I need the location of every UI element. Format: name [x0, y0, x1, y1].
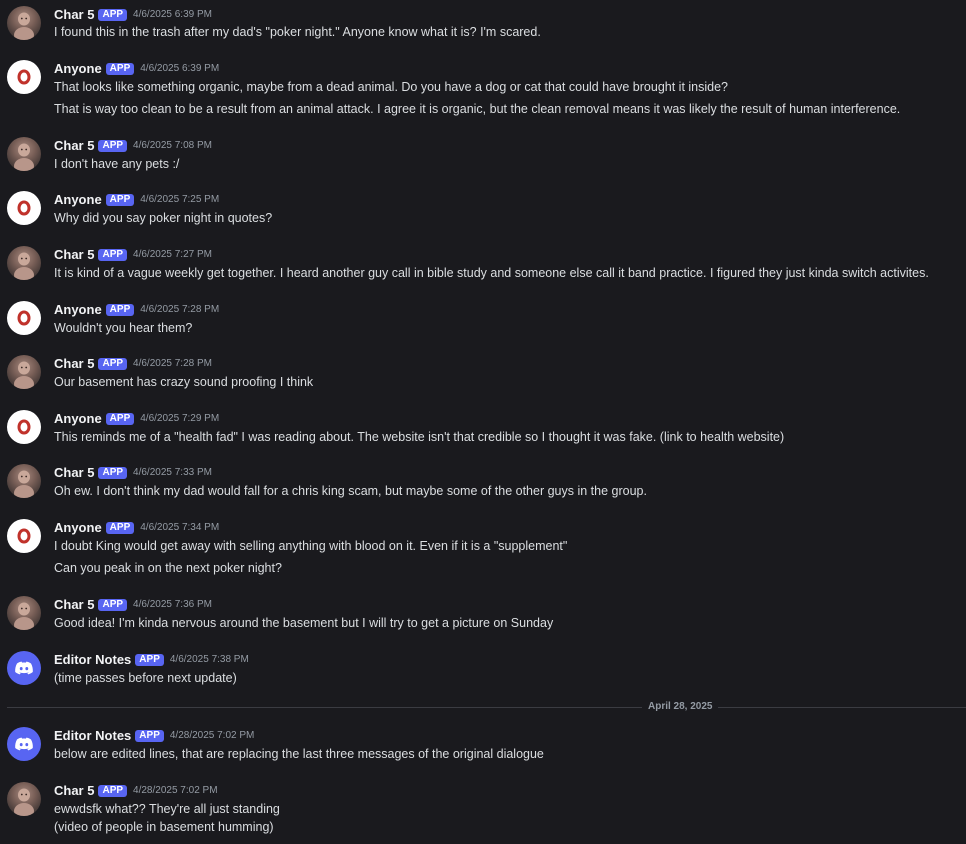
author-name[interactable]: Anyone [54, 520, 102, 535]
message-text: I don't have any pets :/ [54, 157, 180, 171]
author-name[interactable]: Editor Notes [54, 728, 131, 743]
message-timestamp: 4/6/2025 7:25 PM [140, 194, 220, 205]
author-name[interactable]: Anyone [54, 302, 102, 317]
author-name[interactable]: Char 5 [54, 247, 94, 262]
app-badge: APP [135, 653, 164, 666]
red-ring-avatar-icon[interactable] [7, 410, 41, 444]
red-ring-avatar-icon[interactable] [7, 60, 41, 94]
message-timestamp: 4/28/2025 7:02 PM [169, 730, 255, 741]
bald-figure-avatar-icon[interactable] [7, 137, 41, 171]
bald-figure-avatar-icon[interactable] [7, 596, 41, 630]
app-badge: APP [105, 193, 135, 206]
author-name[interactable]: Anyone [54, 192, 102, 207]
message-text: This reminds me of a "health fad" I was … [54, 430, 785, 444]
app-badge: APP [105, 303, 135, 316]
message-text: below are edited lines, that are replaci… [54, 747, 544, 761]
app-badge: APP [98, 466, 128, 479]
message-timestamp: 4/6/2025 7:36 PM [133, 599, 212, 610]
app-badge: APP [98, 598, 128, 611]
bald-figure-avatar-icon[interactable] [7, 6, 41, 40]
message-text: Our basement has crazy sound proofing I … [54, 375, 314, 389]
message-timestamp: 4/6/2025 6:39 PM [140, 63, 220, 74]
author-name[interactable]: Char 5 [54, 7, 94, 22]
author-name[interactable]: Anyone [54, 61, 102, 76]
red-ring-avatar-icon[interactable] [7, 301, 41, 335]
app-badge: APP [98, 357, 128, 370]
app-badge: APP [105, 62, 135, 75]
bald-figure-avatar-icon[interactable] [7, 246, 41, 280]
message-text: I found this in the trash after my dad's… [54, 25, 541, 39]
app-badge: APP [98, 139, 128, 152]
author-name[interactable]: Anyone [54, 411, 102, 426]
bald-figure-avatar-icon[interactable] [7, 782, 41, 816]
discord-logo-icon[interactable] [7, 727, 41, 761]
message-timestamp: 4/6/2025 6:39 PM [133, 9, 212, 20]
message-text: That looks like something organic, maybe… [54, 80, 728, 94]
message-text: (video of people in basement humming) [54, 820, 274, 834]
app-badge: APP [98, 8, 128, 21]
message-timestamp: 4/28/2025 7:02 PM [133, 785, 218, 796]
message-timestamp: 4/6/2025 7:08 PM [133, 140, 212, 151]
message-text: Wouldn't you hear them? [54, 321, 193, 335]
author-name[interactable]: Editor Notes [54, 652, 131, 667]
red-ring-avatar-icon[interactable] [7, 191, 41, 225]
message-timestamp: 4/6/2025 7:33 PM [133, 467, 212, 478]
date-divider-label: April 28, 2025 [642, 700, 719, 714]
discord-logo-icon[interactable] [7, 651, 41, 685]
message-text: It is kind of a vague weekly get togethe… [54, 266, 929, 280]
chat-message-list: Char 5 APP 4/6/2025 6:39 PM I found this… [0, 0, 966, 844]
message-text: Oh ew. I don't think my dad would fall f… [54, 484, 647, 498]
message-text: That is way too clean to be a result fro… [54, 102, 901, 116]
message-text: Can you peak in on the next poker night? [54, 561, 282, 575]
message-timestamp: 4/6/2025 7:29 PM [140, 413, 220, 424]
message-timestamp: 4/6/2025 7:27 PM [133, 249, 212, 260]
message-text: Good idea! I'm kinda nervous around the … [54, 616, 554, 630]
author-name[interactable]: Char 5 [54, 783, 94, 798]
app-badge: APP [105, 521, 135, 534]
message-timestamp: 4/6/2025 7:28 PM [140, 304, 220, 315]
app-badge: APP [105, 412, 135, 425]
app-badge: APP [98, 784, 128, 797]
app-badge: APP [135, 729, 164, 742]
red-ring-avatar-icon[interactable] [7, 519, 41, 553]
message-text: ewwdsfk what?? They're all just standing [54, 802, 280, 816]
bald-figure-avatar-icon[interactable] [7, 355, 41, 389]
message-timestamp: 4/6/2025 7:34 PM [140, 522, 220, 533]
author-name[interactable]: Char 5 [54, 138, 94, 153]
author-name[interactable]: Char 5 [54, 465, 94, 480]
message-timestamp: 4/6/2025 7:38 PM [169, 654, 249, 665]
app-badge: APP [98, 248, 128, 261]
bald-figure-avatar-icon[interactable] [7, 464, 41, 498]
author-name[interactable]: Char 5 [54, 356, 94, 371]
message-text: I doubt King would get away with selling… [54, 539, 568, 553]
message-text: Why did you say poker night in quotes? [54, 211, 273, 225]
date-divider-line [7, 707, 966, 708]
author-name[interactable]: Char 5 [54, 597, 94, 612]
message-text: (time passes before next update) [54, 671, 237, 685]
message-timestamp: 4/6/2025 7:28 PM [133, 358, 212, 369]
